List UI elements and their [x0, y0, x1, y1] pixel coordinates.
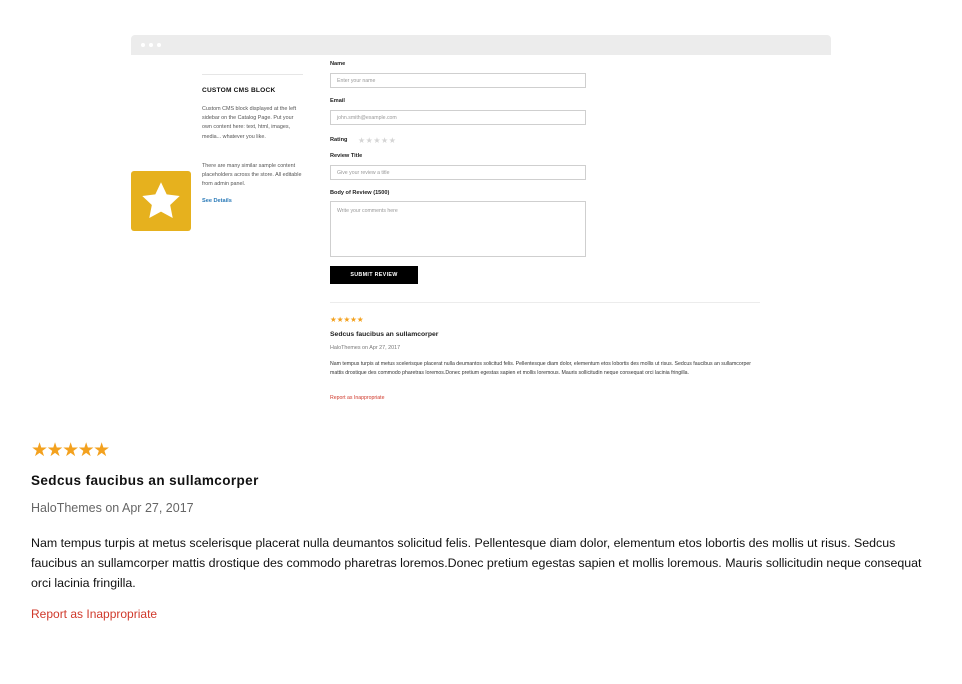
review-stars: ★★★★★: [31, 440, 110, 461]
review-body: Nam tempus turpis at metus scelerisque p…: [31, 536, 922, 590]
name-label: Name: [330, 61, 346, 67]
review-divider: [330, 302, 760, 303]
window-dot-icon: [149, 43, 153, 47]
preview-review-title: Sedcus faucibus an sullamcorper: [330, 331, 439, 338]
email-label: Email: [330, 98, 345, 104]
cms-block-text: Custom CMS block displayed at the left s…: [202, 106, 297, 140]
star-icon: [142, 182, 180, 219]
rating-label: Rating: [330, 137, 348, 143]
review-body-textarea[interactable]: Write your comments here: [330, 201, 586, 257]
email-input[interactable]: john.smith@example.com: [330, 110, 586, 125]
review-meta: HaloThemes on Apr 27, 2017: [31, 501, 194, 515]
star-badge: [131, 171, 191, 231]
window-dot-icon: [141, 43, 145, 47]
report-inappropriate-link[interactable]: Report as Inappropriate: [31, 607, 157, 621]
preview-review-body: Nam tempus turpis at metus scelerisque p…: [330, 361, 751, 377]
submit-review-button[interactable]: SUBMIT REVIEW: [330, 266, 418, 284]
preview-report-link[interactable]: Report as Inappropriate: [330, 395, 385, 401]
preview-review-meta: HaloThemes on Apr 27, 2017: [330, 345, 401, 351]
see-details-link[interactable]: See Details: [202, 198, 232, 204]
cms-block-title: CUSTOM CMS BLOCK: [202, 87, 276, 94]
browser-titlebar: [131, 35, 831, 55]
window-dot-icon: [157, 43, 161, 47]
name-input[interactable]: Enter your name: [330, 73, 586, 88]
review-title-input[interactable]: Give your review a title: [330, 165, 586, 180]
review-body-label: Body of Review (1500): [330, 190, 390, 196]
rating-stars-input[interactable]: ★★★★★: [358, 136, 396, 145]
preview-review-stars: ★★★★★: [330, 315, 364, 324]
cms-divider: [202, 74, 303, 75]
review-title-label: Review Title: [330, 153, 363, 159]
cms-block-text: There are many similar sample content pl…: [202, 163, 302, 188]
review-title: Sedcus faucibus an sullamcorper: [31, 473, 259, 488]
